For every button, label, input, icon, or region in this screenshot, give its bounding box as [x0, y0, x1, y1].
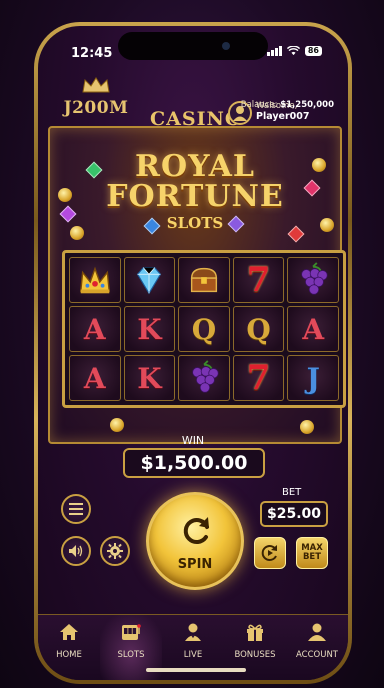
seven-symbol: 7 [246, 260, 271, 300]
game-title: ROYAL FORTUNE SLOTS [50, 149, 340, 233]
slot-machine-icon [122, 624, 141, 640]
game-title-line2: FORTUNE [106, 179, 284, 214]
balance-label: Balance: [240, 100, 278, 110]
grapes-icon [301, 262, 328, 295]
game-title-line3: SLOTS [166, 214, 224, 232]
signal-icon [266, 46, 282, 56]
gift-icon [247, 624, 263, 641]
grapes-icon [192, 360, 219, 393]
phone-frame: 12:45 86 J200M CASINO Walsome, Player007… [34, 22, 352, 684]
win-amount: $1,500.00 [123, 448, 265, 478]
coin-decoration [110, 418, 124, 432]
gear-icon [107, 543, 123, 559]
crown-icon [82, 77, 110, 93]
refresh-icon [183, 517, 209, 545]
status-icons: 86 [266, 46, 322, 56]
bet-label: BET [282, 487, 302, 498]
slot-game-panel: ROYAL FORTUNE SLOTS 7 A K Q Q A A K 7 J [48, 126, 346, 444]
menu-icon [69, 503, 83, 515]
reel-symbol-crown [69, 257, 121, 303]
reel-symbol-A: A [287, 306, 339, 352]
home-icon [60, 624, 78, 640]
autoplay-button[interactable] [254, 537, 286, 569]
live-dealer-icon [185, 623, 201, 641]
nav-item-home[interactable]: HOME [38, 615, 100, 680]
win-label: WIN [181, 434, 205, 447]
reel-symbol-A: A [69, 306, 121, 352]
reel-symbol-Q: Q [232, 306, 285, 352]
game-title-line1: ROYAL [135, 149, 255, 184]
account-icon [308, 623, 326, 641]
nav-label: LIVE [183, 650, 203, 660]
brand-logo[interactable]: J200M [60, 76, 132, 118]
home-indicator [146, 668, 246, 672]
reel-symbol-K: K [123, 306, 176, 352]
crown-icon [79, 266, 110, 294]
sound-button[interactable] [61, 536, 91, 566]
logo-text: J200M [63, 98, 129, 118]
username: Player007 [256, 111, 310, 122]
reel-symbol-grapes [287, 257, 339, 303]
reel-symbol-seven: 7 [232, 355, 285, 401]
menu-button[interactable] [61, 494, 91, 524]
settings-button[interactable] [100, 536, 130, 566]
reel-symbol-chest [178, 257, 230, 303]
status-bar: 12:45 86 [38, 26, 348, 64]
seven-symbol: 7 [246, 358, 271, 398]
diamond-icon [137, 267, 162, 295]
slot-reels: 7 A K Q Q A A K 7 J [62, 250, 346, 408]
reel-symbol-A: A [69, 355, 121, 401]
status-time: 12:45 [71, 46, 113, 61]
autoplay-icon [261, 545, 277, 561]
reel-symbol-J: J [287, 355, 339, 401]
notch [118, 32, 268, 60]
nav-label: SLOTS [117, 650, 145, 660]
spin-button[interactable]: SPIN [146, 492, 244, 590]
nav-label: BONUSES [234, 650, 276, 660]
balance-value: $1,250,000 [280, 100, 334, 110]
app-screen: 12:45 86 J200M CASINO Walsome, Player007… [38, 26, 348, 680]
reel-symbol-Q: Q [178, 306, 230, 352]
spin-label: SPIN [177, 557, 213, 572]
treasure-chest-icon [190, 267, 218, 293]
bet-amount[interactable]: $25.00 [260, 501, 328, 527]
coin-decoration [300, 420, 314, 434]
reel-symbol-seven: 7 [232, 257, 285, 303]
camera [222, 42, 230, 50]
reel-symbol-diamond [123, 257, 176, 303]
wifi-icon [286, 46, 300, 56]
nav-label: ACCOUNT [296, 650, 338, 660]
nav-item-account[interactable]: ACCOUNT [286, 615, 348, 680]
max-bet-button[interactable]: MAX BET [296, 537, 328, 569]
reel-symbol-grapes [178, 355, 230, 401]
speaker-icon [69, 545, 83, 557]
balance: Balance: $1,250,000 [241, 100, 334, 110]
nav-label: HOME [56, 650, 82, 660]
reel-symbol-K: K [123, 355, 176, 401]
battery-icon: 86 [304, 46, 322, 56]
